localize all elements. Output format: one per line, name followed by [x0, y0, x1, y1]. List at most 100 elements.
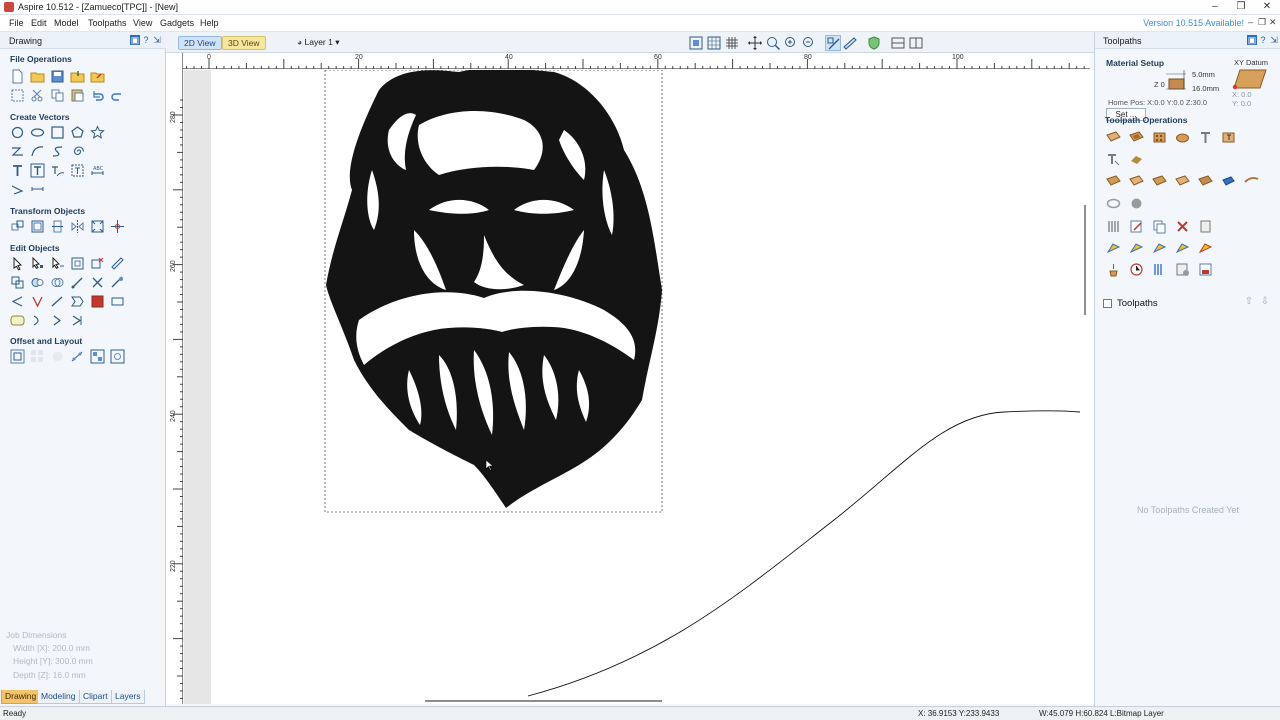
toolpaths-float-icon[interactable]: ▣ [1247, 35, 1257, 45]
zoom-box-icon[interactable] [765, 35, 781, 51]
close-vectors-icon[interactable] [90, 275, 105, 290]
select-tool-icon[interactable] [10, 256, 25, 271]
tab-drawing[interactable]: Drawing [1, 690, 41, 704]
copy-icon[interactable] [50, 88, 65, 103]
toolpath-templates-icon[interactable] [1198, 219, 1213, 234]
vertical-scrollbar[interactable] [1080, 70, 1094, 704]
extend-vector-icon[interactable] [50, 294, 65, 309]
offset-shape-icon[interactable] [10, 313, 25, 328]
version-available-link[interactable]: Version 10.515 Available! [1143, 18, 1244, 28]
subtract-icon[interactable] [30, 275, 45, 290]
zoom-out-icon[interactable] [801, 35, 817, 51]
align-icon[interactable] [90, 219, 105, 234]
nesting-icon[interactable] [50, 349, 65, 364]
offset-icon[interactable] [10, 349, 25, 364]
intersect-icon[interactable] [50, 275, 65, 290]
drilling-toolpath-icon[interactable] [1152, 130, 1167, 145]
close-button[interactable]: ✕ [1254, 0, 1280, 15]
zoom-to-material-icon[interactable] [688, 35, 704, 51]
dogbone-icon[interactable] [90, 294, 105, 309]
pan-icon[interactable] [747, 35, 763, 51]
menu-gadgets[interactable]: Gadgets [160, 18, 194, 28]
draw-rectangle-icon[interactable] [50, 125, 65, 140]
grid-snap-icon[interactable] [706, 35, 722, 51]
chamfer-icon[interactable] [30, 294, 45, 309]
pocket-toolpath-icon[interactable] [1129, 130, 1144, 145]
mdi-minimize-button[interactable]: – [1248, 17, 1253, 27]
menu-edit[interactable]: Edit [31, 18, 47, 28]
draw-polygon-icon[interactable] [70, 125, 85, 140]
move-toolpath-down-icon[interactable]: ⇩ [1259, 296, 1271, 309]
zoom-in-icon[interactable] [783, 35, 799, 51]
panel-pin-icon[interactable]: ⇲ [152, 35, 162, 45]
tool-settings-icon[interactable] [1175, 262, 1190, 277]
save-toolpath-icon[interactable] [1198, 262, 1213, 277]
circular-array-icon[interactable] [110, 349, 125, 364]
snap-toggle-icon[interactable] [825, 35, 841, 51]
tool-database-icon[interactable] [1106, 219, 1121, 234]
prism-toolpath-icon[interactable] [1175, 174, 1190, 189]
bend-text-icon[interactable] [70, 163, 85, 178]
rotary-toolpath-icon[interactable] [1106, 196, 1121, 211]
menu-view[interactable]: View [133, 18, 152, 28]
profile-toolpath-icon[interactable] [1106, 130, 1121, 145]
laser-toolpath-icon[interactable] [1244, 174, 1259, 189]
roughing-toolpath-icon[interactable] [1106, 174, 1121, 189]
vector-start-icon[interactable] [70, 313, 85, 328]
fillet-icon[interactable] [10, 294, 25, 309]
interactive-trim-icon[interactable] [70, 256, 85, 271]
tab-2d-view[interactable]: 2D View [178, 36, 222, 50]
transform-mode-icon[interactable] [50, 256, 65, 271]
tab-3d-view[interactable]: 3D View [222, 36, 266, 50]
new-file-icon[interactable] [10, 69, 25, 84]
center-icon[interactable] [110, 219, 125, 234]
draw-curve-icon[interactable] [50, 144, 65, 159]
shading-icon[interactable] [866, 35, 882, 51]
panel-help-icon[interactable]: ? [141, 35, 151, 45]
step-repeat-icon[interactable] [30, 349, 45, 364]
measure-icon[interactable] [110, 256, 125, 271]
vcarve-toolpath-icon[interactable] [1175, 130, 1190, 145]
curve-vector[interactable] [527, 410, 1080, 697]
text-on-curve-icon[interactable] [50, 163, 65, 178]
draw-line-icon[interactable] [10, 182, 25, 197]
menu-help[interactable]: Help [200, 18, 219, 28]
bearded-man-bitmap[interactable] [326, 70, 662, 508]
tile-vertical-icon[interactable] [908, 35, 924, 51]
cut-icon[interactable] [30, 88, 45, 103]
copy-along-vectors-icon[interactable] [70, 349, 85, 364]
mdi-close-button[interactable]: ✕ [1269, 17, 1277, 28]
toolpath-summary-icon[interactable] [1175, 240, 1190, 255]
toolpaths-visibility-checkbox[interactable] [1103, 299, 1112, 308]
autolayout-text-icon[interactable] [30, 163, 45, 178]
curve-fit-icon[interactable] [30, 313, 45, 328]
rotate-icon[interactable] [50, 219, 65, 234]
undo-icon[interactable] [90, 88, 105, 103]
edit-toolpath-icon[interactable] [1129, 219, 1144, 234]
move-icon[interactable] [10, 219, 25, 234]
minimize-button[interactable]: – [1202, 0, 1228, 15]
vector-arrow-icon[interactable] [50, 313, 65, 328]
redo-icon[interactable] [110, 88, 125, 103]
export-icon[interactable] [90, 69, 105, 84]
toolpaths-pin-icon[interactable]: ⇲ [1269, 35, 1279, 45]
draw-text-icon[interactable] [10, 163, 25, 178]
menu-file[interactable]: File [9, 18, 24, 28]
draw-polyline-icon[interactable] [10, 144, 25, 159]
draw-star-icon[interactable] [90, 125, 105, 140]
fluting-toolpath-icon[interactable] [1129, 152, 1144, 167]
smooth-vectors-icon[interactable] [110, 275, 125, 290]
move-toolpath-up-icon[interactable]: ⇧ [1243, 296, 1255, 309]
mdi-restore-button[interactable]: ❐ [1258, 17, 1266, 28]
tabs-icon[interactable] [70, 294, 85, 309]
draw-spiral-icon[interactable] [70, 144, 85, 159]
horizontal-scroll-thumb[interactable] [425, 700, 662, 702]
material-preview-icon[interactable] [1106, 262, 1121, 277]
toolpath-preview-icon[interactable] [1198, 240, 1213, 255]
array-copy-icon[interactable] [90, 349, 105, 364]
fit-view-icon[interactable] [10, 88, 25, 103]
draw-ellipse-icon[interactable] [30, 125, 45, 140]
show-grid-icon[interactable] [724, 35, 740, 51]
menu-toolpaths[interactable]: Toolpaths [88, 18, 127, 28]
import-icon[interactable] [70, 69, 85, 84]
